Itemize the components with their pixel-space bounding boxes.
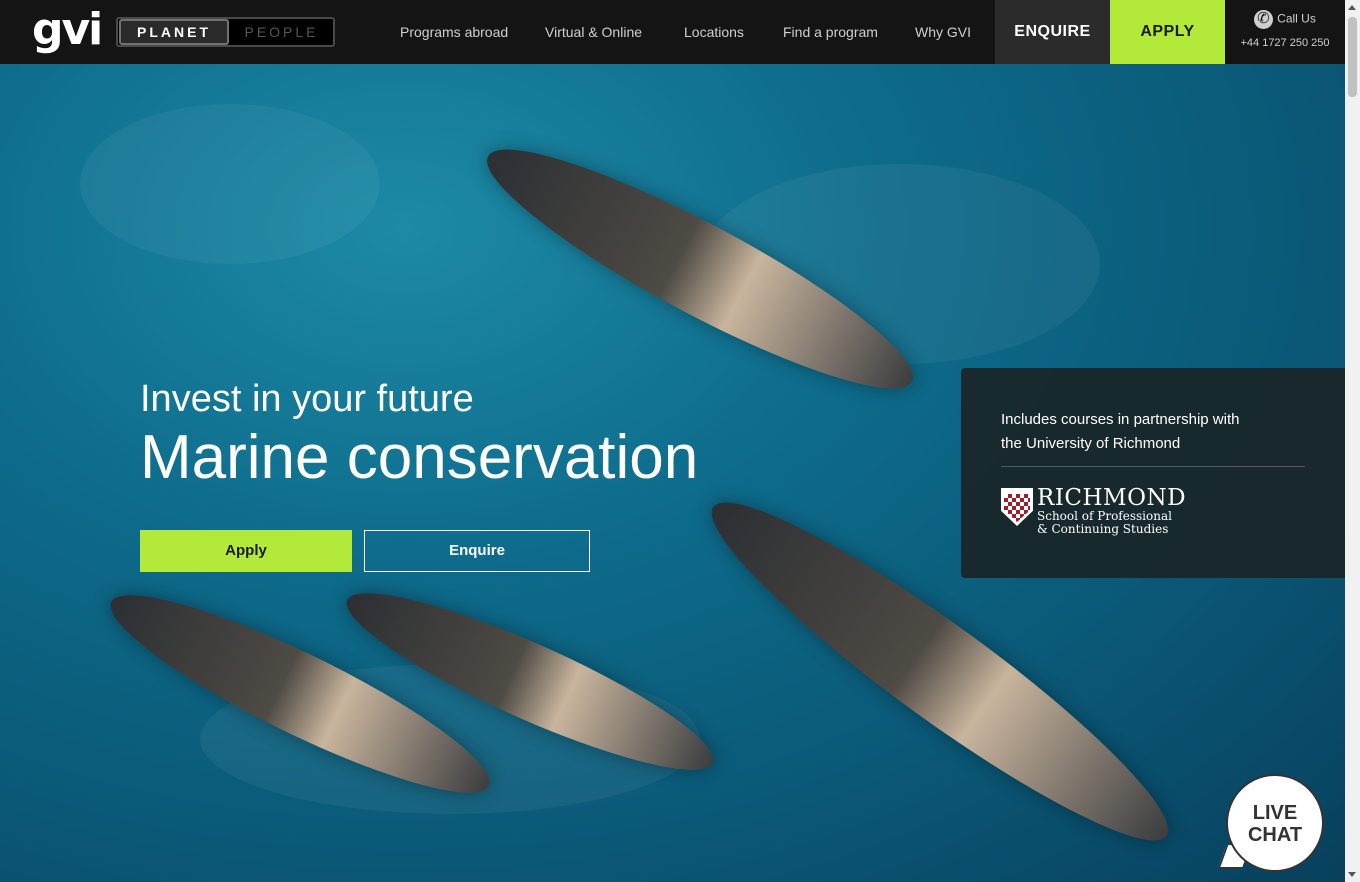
scroll-up-icon[interactable] <box>1348 5 1356 10</box>
hero-section: Invest in your future Marine conservatio… <box>0 64 1345 882</box>
nav-virtual-online[interactable]: Virtual & Online <box>545 24 642 40</box>
live-chat-line1: LIVE <box>1252 802 1298 824</box>
scroll-down-icon[interactable] <box>1348 872 1356 877</box>
phone-number[interactable]: +44 1727 250 250 <box>1230 37 1340 49</box>
divider <box>1001 466 1305 467</box>
live-chat-button[interactable]: LIVE CHAT <box>1226 774 1324 872</box>
gvi-logo[interactable]: gvi <box>32 6 103 54</box>
header-apply-button[interactable]: APPLY <box>1110 0 1225 64</box>
hero-subtitle: Invest in your future <box>140 378 474 420</box>
phone-icon <box>1254 9 1274 29</box>
partner-panel: Includes courses in partnership with the… <box>961 368 1345 578</box>
nav-why-gvi[interactable]: Why GVI <box>915 24 971 40</box>
call-us[interactable]: Call Us +44 1727 250 250 <box>1230 9 1340 49</box>
richmond-logo[interactable]: RICHMOND School of Professional & Contin… <box>1037 486 1186 536</box>
nav-find-program[interactable]: Find a program <box>783 24 878 40</box>
richmond-logo-line2: & Continuing Studies <box>1037 522 1169 536</box>
site-header: gvi PLANET PEOPLE Programs abroad Virtua… <box>0 0 1345 64</box>
enquire-button[interactable]: Enquire <box>364 530 590 572</box>
hero-title: Marine conservation <box>140 423 699 492</box>
richmond-logo-name: RICHMOND <box>1037 485 1187 511</box>
live-chat-line2: CHAT <box>1247 824 1303 846</box>
header-enquire-button[interactable]: ENQUIRE <box>995 0 1110 64</box>
water-ripple <box>80 104 380 264</box>
call-label: Call Us <box>1277 11 1316 26</box>
nav-programs-abroad[interactable]: Programs abroad <box>400 24 508 40</box>
nav-locations[interactable]: Locations <box>684 24 744 40</box>
scrollbar-thumb[interactable] <box>1348 17 1357 97</box>
richmond-shield-icon <box>1001 488 1033 526</box>
page-scrollbar[interactable] <box>1345 0 1360 882</box>
apply-button[interactable]: Apply <box>140 530 352 572</box>
toggle-planet[interactable]: PLANET <box>119 19 229 45</box>
partner-text: Includes courses in partnership with the… <box>1001 411 1240 452</box>
planet-people-toggle: PLANET PEOPLE <box>116 17 335 47</box>
toggle-people[interactable]: PEOPLE <box>230 19 333 45</box>
